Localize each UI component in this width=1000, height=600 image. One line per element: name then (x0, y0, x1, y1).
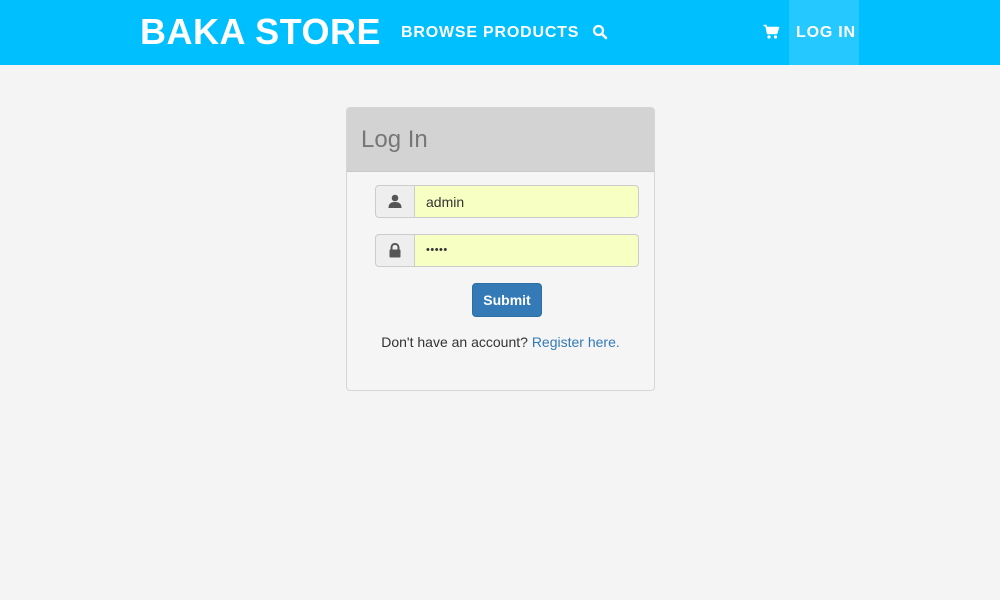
submit-button[interactable]: Submit (472, 283, 542, 317)
top-navbar: BAKA STORE BROWSE PRODUCTS LOG IN (0, 0, 1000, 65)
nav-login-label: LOG IN (796, 24, 856, 41)
brand-logo[interactable]: BAKA STORE (140, 12, 381, 52)
register-line: Don't have an account? Register here. (347, 334, 654, 350)
login-panel: Log In admin ••••• Submit Don't have an … (346, 107, 655, 391)
password-input-group: ••••• (375, 234, 639, 267)
nav-browse-products[interactable]: BROWSE PRODUCTS (401, 0, 579, 65)
nav-login[interactable]: LOG IN (789, 0, 859, 65)
lock-icon (375, 234, 415, 267)
user-icon (375, 185, 415, 218)
login-panel-heading: Log In (347, 108, 654, 172)
login-title: Log In (361, 126, 428, 153)
search-icon[interactable] (592, 24, 610, 42)
username-input-group: admin (375, 185, 639, 218)
username-field[interactable]: admin (414, 185, 639, 218)
register-link[interactable]: Register here. (532, 334, 620, 350)
password-value: ••••• (426, 244, 448, 256)
password-field[interactable]: ••••• (414, 234, 639, 267)
username-value: admin (426, 194, 465, 210)
cart-icon[interactable] (763, 24, 781, 42)
register-prompt: Don't have an account? (381, 334, 528, 350)
